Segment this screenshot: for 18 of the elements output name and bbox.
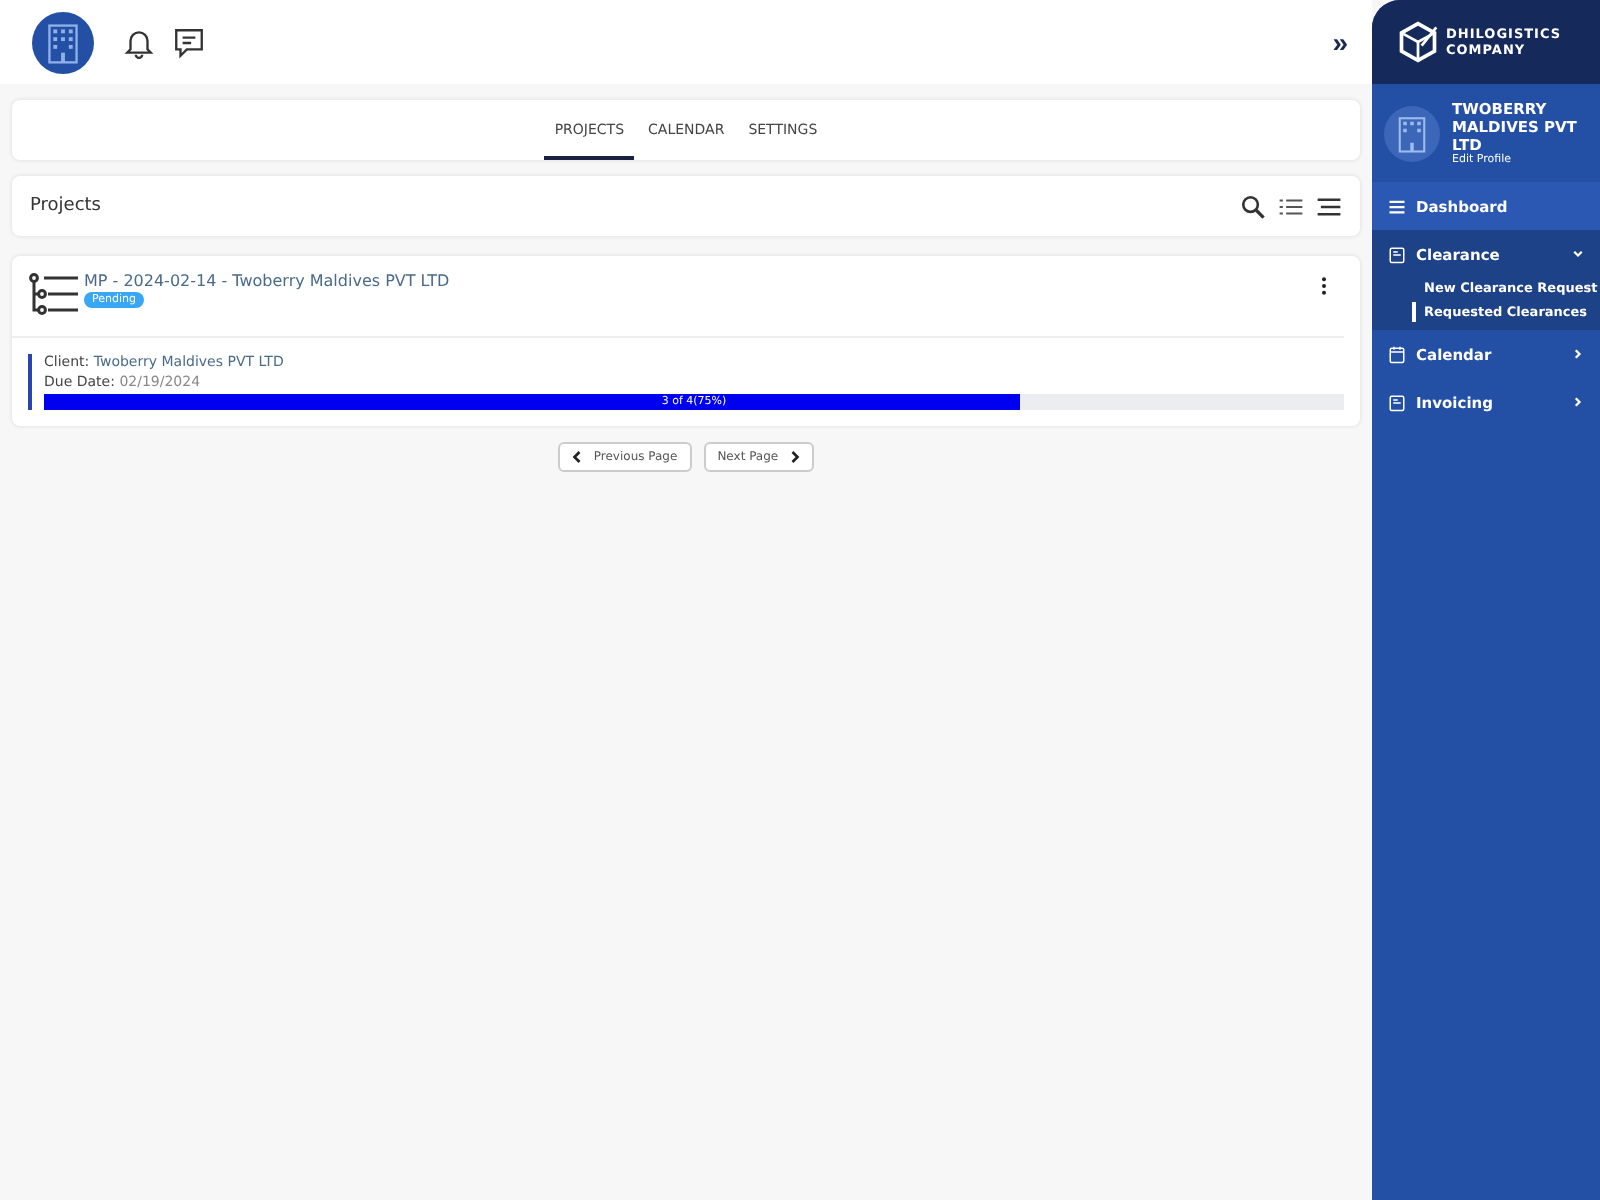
project-title[interactable]: MP - 2024-02-14 - Twoberry Maldives PVT LTD — [84, 272, 450, 290]
search-icon[interactable] — [1240, 193, 1266, 219]
menu-icon[interactable] — [1316, 193, 1342, 219]
more-options-icon[interactable] — [1320, 276, 1328, 296]
company-avatar-icon — [1384, 105, 1440, 161]
cube-logo-icon — [1396, 20, 1440, 64]
message-icon[interactable] — [172, 25, 206, 59]
collapse-button[interactable]: » — [1324, 26, 1356, 58]
menu-icon — [1388, 197, 1406, 215]
section-title: Projects — [30, 196, 101, 216]
hierarchy-list-icon — [28, 272, 80, 316]
calendar-icon — [1388, 345, 1406, 363]
document-icon — [1388, 393, 1406, 411]
chevron-left-icon — [571, 450, 582, 464]
chevron-right-icon — [790, 450, 801, 464]
document-icon — [1388, 245, 1406, 263]
bell-icon[interactable] — [122, 25, 156, 59]
company-avatar-icon[interactable] — [32, 11, 94, 73]
